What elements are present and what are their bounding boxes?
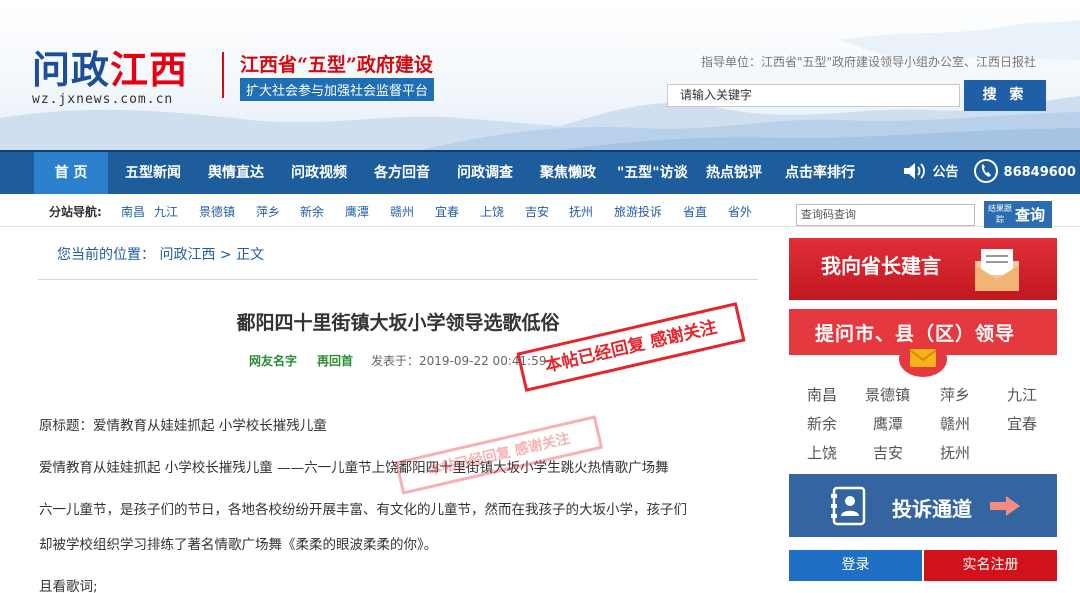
site-logo[interactable]: 问政江西 wz.jxnews.com.cn [32,50,188,107]
slogan-main: 江西省“五型”政府建设 [240,54,433,76]
contact-card-icon [831,486,866,526]
site-header: 问政江西 wz.jxnews.com.cn 江西省“五型”政府建设 扩大社会参与… [0,0,1080,150]
mail-badge-icon [899,341,947,377]
nav-video[interactable]: 问政视频 [291,152,347,194]
logo-text-blue: 问政 [32,48,111,92]
subnav-city[interactable]: 赣州 [390,203,414,220]
breadcrumb[interactable]: 您当前的位置： 问政江西 > 正文 [57,244,264,264]
region-link[interactable]: 上饶 [807,442,837,463]
query-code-input[interactable]: 查询码查询 [796,204,975,226]
subnav-city[interactable]: 省外 [728,203,752,220]
article-paragraph: 却被学校组织学习排练了著名情歌广场舞《柔柔的眼波柔柔的你》。 [39,537,438,553]
subnav-city[interactable]: 吉安 [525,203,549,220]
phone-icon [974,158,998,183]
subnav-city[interactable]: 鹰潭 [345,203,369,220]
notice-label: 公告 [932,165,959,180]
hotline-number: 86849600 [1003,165,1076,180]
slogan-sub: 扩大社会参与加强社会监督平台 [240,78,435,101]
complaint-channel-banner[interactable]: 投诉通道 [789,474,1057,537]
meta-username[interactable]: 网友名字 [249,352,297,369]
banner-suggest-label: 我向省长建言 [821,254,941,278]
meta-status: 再回首 [317,354,354,368]
nav-click-ranking[interactable]: 点击率排行 [785,152,855,194]
banner-complaint-label: 投诉通道 [892,497,972,521]
subnav-city[interactable]: 宜春 [435,203,459,220]
subnav-city[interactable]: 萍乡 [256,203,280,220]
subnav-city[interactable]: 抚州 [569,203,593,220]
region-link[interactable]: 新余 [807,413,837,434]
subnav-city[interactable]: 省直 [683,203,707,220]
region-link[interactable]: 南昌 [807,384,837,405]
logo-url: wz.jxnews.com.cn [32,92,174,107]
region-link[interactable]: 赣州 [940,413,970,434]
subnav-label: 分站导航: [49,205,102,219]
nav-hotline: 86849600 [973,152,1076,194]
suggest-to-governor-banner[interactable]: 我向省长建言 [789,238,1057,300]
region-link[interactable]: 景德镇 [865,384,910,405]
subnav-city[interactable]: 九江 [154,203,178,220]
search-input[interactable]: 请输入关键字 [667,84,960,107]
logo-wordmark: 问政江西 [32,50,188,90]
nav-home[interactable]: 首 页 [34,152,108,194]
main-nav: 首 页 五型新闻 舆情直达 问政视频 各方回音 问政调查 聚焦懒政 "五型"访谈… [0,150,1080,194]
envelope-icon [975,249,1019,291]
subnav-city[interactable]: 南昌 [121,203,145,220]
subnav-tourism-complaint[interactable]: 旅游投诉 [614,203,662,220]
query-button-label: 查询 [1015,206,1046,224]
region-link[interactable]: 鹰潭 [873,413,903,434]
arrow-right-icon [990,496,1020,516]
nav-survey[interactable]: 问政调查 [457,152,513,194]
login-button[interactable]: 登录 [789,550,922,581]
nav-wuxing-news[interactable]: 五型新闻 [125,152,181,194]
logo-divider [222,52,224,98]
nav-interview[interactable]: "五型"访谈 [617,152,688,194]
query-button-small: 结果跟踪 [988,204,1012,224]
subnav-city[interactable]: 上饶 [480,203,504,220]
logo-text-red: 江西 [110,48,189,92]
nav-public-opinion[interactable]: 舆情直达 [208,152,264,194]
region-link[interactable]: 萍乡 [940,384,970,405]
nav-hot-comments[interactable]: 热点锐评 [706,152,762,194]
article-paragraph: 六一儿童节，是孩子们的节日，各地各校纷纷开展丰富、有文化的儿童节，然而在我孩子的… [39,502,687,518]
query-button[interactable]: 结果跟踪 查询 [984,201,1052,228]
speaker-icon [904,162,925,179]
subnav-city[interactable]: 新余 [300,203,324,220]
region-link[interactable]: 抚州 [940,442,970,463]
article-paragraph: 爱情教育从娃娃抓起 小学校长摧残儿童 ——六一儿童节上饶鄱阳四十里街镇大坂小学生… [39,460,669,476]
region-link[interactable]: 九江 [1007,384,1037,405]
divider [38,279,758,280]
nav-notice[interactable]: 公告 [902,152,959,194]
nav-responses[interactable]: 各方回音 [374,152,430,194]
article-paragraph: 原标题：爱情教育从娃娃抓起 小学校长摧残儿童 [39,418,327,434]
search-button[interactable]: 搜 索 [964,80,1046,111]
region-link[interactable]: 吉安 [873,442,903,463]
article-paragraph: 且看歌词; [39,579,98,593]
replied-stamp-watermark: 本帖已经回复 感谢关注 [394,415,604,495]
nav-lazy-gov[interactable]: 聚焦懒政 [540,152,596,194]
register-button[interactable]: 实名注册 [924,550,1057,581]
subnav-city[interactable]: 景德镇 [199,203,235,220]
region-link[interactable]: 宜春 [1007,413,1037,434]
guide-unit-text: 指导单位：江西省"五型"政府建设领导小组办公室、江西日报社 [700,55,1036,69]
